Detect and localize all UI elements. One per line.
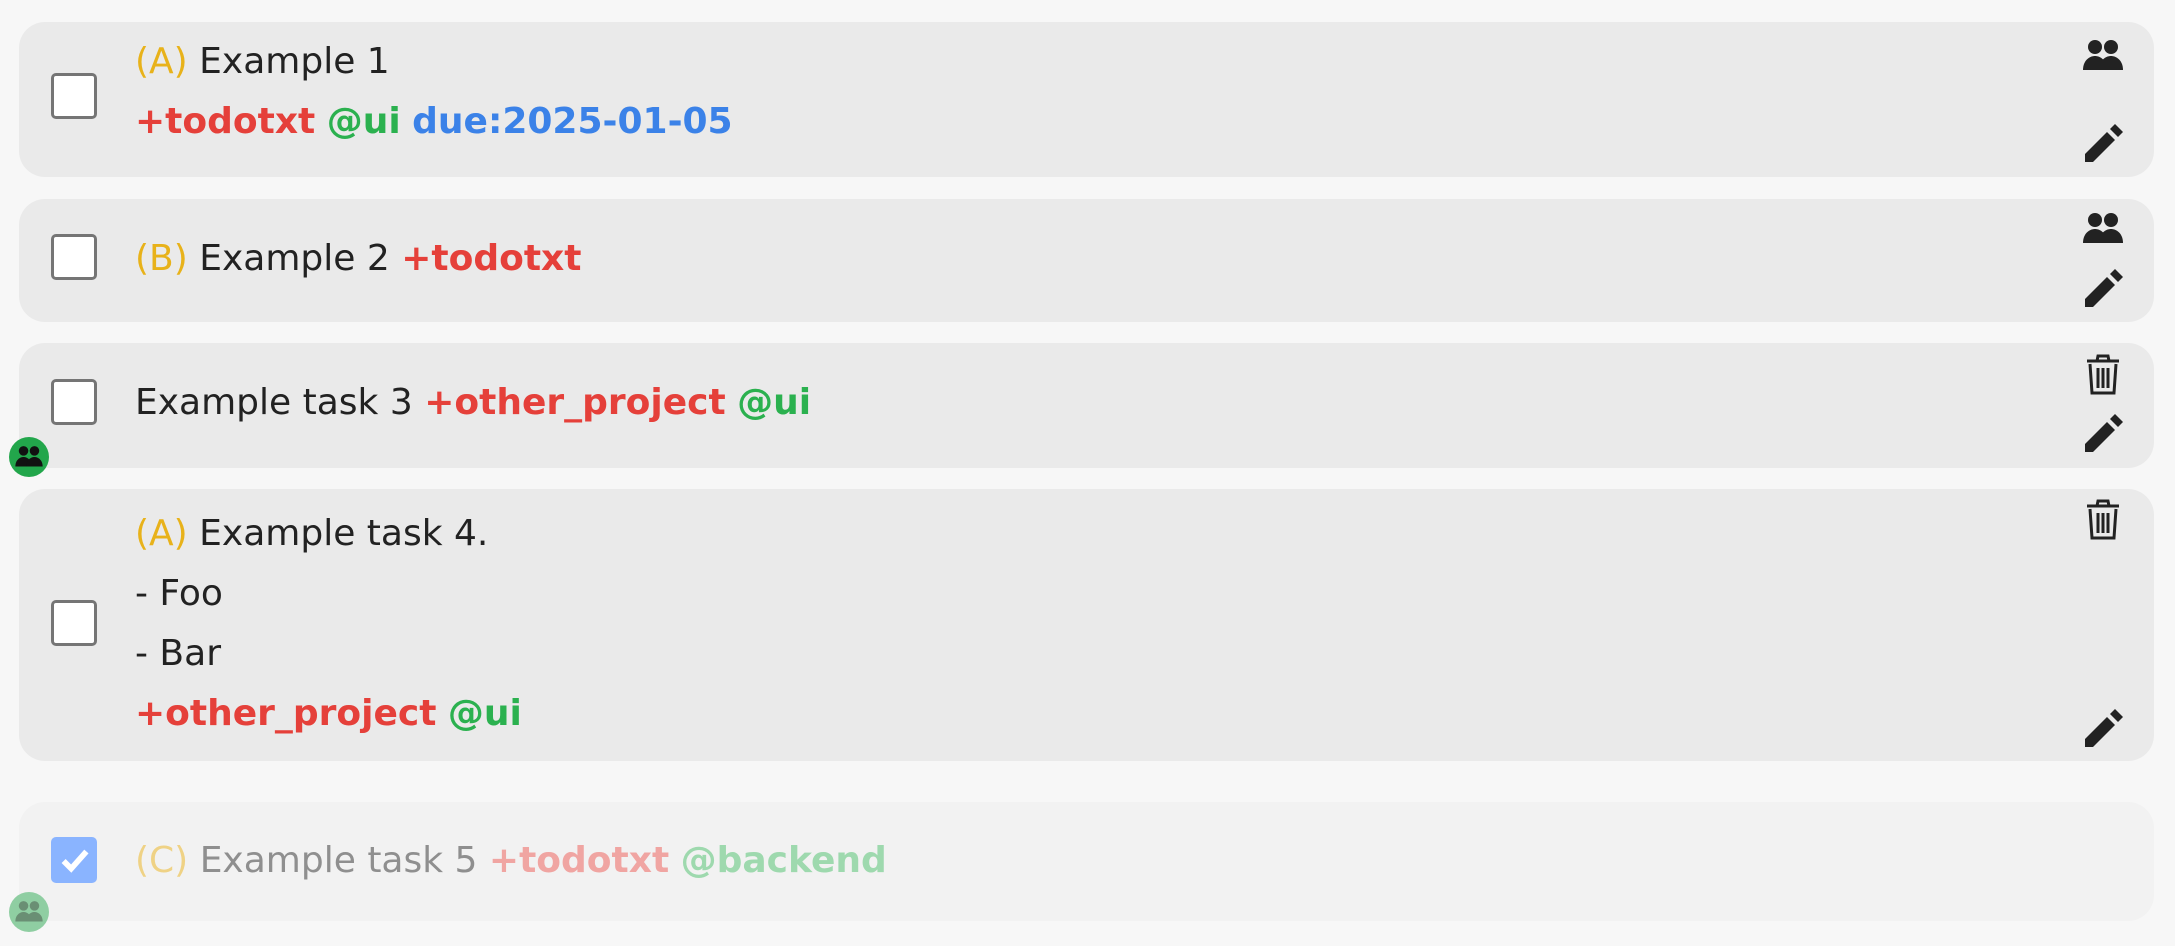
- priority-tag: (A): [135, 41, 188, 82]
- context-tag: @ui: [737, 382, 812, 423]
- task-text: (A) Example task 4. - Foo - Bar +other_p…: [135, 504, 522, 744]
- project-tag: +other_project: [424, 382, 726, 423]
- task-text: (C) Example task 5 +todotxt @backend: [135, 831, 887, 891]
- task-line: +todotxt @ui due:2025-01-05: [135, 92, 733, 152]
- task-title: Example 2: [199, 238, 390, 279]
- task-checkbox[interactable]: [51, 837, 97, 883]
- priority-tag: (C): [135, 840, 189, 881]
- task-line: (A) Example task 4.: [135, 504, 522, 564]
- task-title: Example 1: [199, 41, 390, 82]
- task-checkbox[interactable]: [51, 600, 97, 646]
- context-tag: @ui: [447, 693, 522, 734]
- trash-icon[interactable]: [2081, 497, 2125, 541]
- task-line: - Bar: [135, 633, 221, 674]
- task-line: (B) Example 2 +todotxt: [135, 229, 581, 289]
- edit-icon[interactable]: [2081, 120, 2125, 164]
- project-tag: +todotxt: [488, 840, 670, 881]
- task-card-done[interactable]: (C) Example task 5 +todotxt @backend: [19, 802, 2154, 921]
- shared-badge: [9, 437, 49, 477]
- task-checkbox[interactable]: [51, 234, 97, 280]
- task-line: (C) Example task 5 +todotxt @backend: [135, 831, 887, 891]
- task-title: Example task 5: [199, 840, 478, 881]
- edit-icon[interactable]: [2081, 265, 2125, 309]
- checkmark-icon: [61, 849, 89, 873]
- task-line: Example task 3 +other_project @ui: [135, 373, 811, 433]
- edit-icon[interactable]: [2081, 705, 2125, 749]
- edit-icon[interactable]: [2081, 410, 2125, 454]
- task-line: +other_project @ui: [135, 684, 522, 744]
- task-title: Example task 3: [135, 382, 413, 423]
- task-card[interactable]: (B) Example 2 +todotxt: [19, 199, 2154, 322]
- task-line: (A) Example 1: [135, 32, 733, 92]
- group-icon[interactable]: [2081, 207, 2125, 251]
- task-card[interactable]: Example task 3 +other_project @ui: [19, 343, 2154, 468]
- group-icon[interactable]: [2081, 34, 2125, 78]
- group-icon: [15, 446, 43, 467]
- project-tag: +todotxt: [135, 101, 316, 142]
- priority-tag: (B): [135, 238, 188, 279]
- project-tag: +todotxt: [401, 238, 582, 279]
- priority-tag: (A): [135, 513, 188, 554]
- group-icon: [15, 901, 43, 922]
- task-line: - Foo: [135, 573, 223, 614]
- task-card[interactable]: (A) Example task 4. - Foo - Bar +other_p…: [19, 489, 2154, 761]
- task-checkbox[interactable]: [51, 379, 97, 425]
- project-tag: +other_project: [135, 693, 437, 734]
- task-text: (A) Example 1 +todotxt @ui due:2025-01-0…: [135, 32, 733, 152]
- context-tag: @backend: [680, 840, 887, 881]
- context-tag: @ui: [326, 101, 401, 142]
- task-text: Example task 3 +other_project @ui: [135, 373, 811, 433]
- shared-badge: [9, 892, 49, 932]
- task-card[interactable]: (A) Example 1 +todotxt @ui due:2025-01-0…: [19, 22, 2154, 177]
- task-checkbox[interactable]: [51, 73, 97, 119]
- task-text: (B) Example 2 +todotxt: [135, 229, 581, 289]
- task-title: Example task 4.: [199, 513, 489, 554]
- trash-icon[interactable]: [2081, 352, 2125, 396]
- due-tag: due:2025-01-05: [412, 101, 733, 142]
